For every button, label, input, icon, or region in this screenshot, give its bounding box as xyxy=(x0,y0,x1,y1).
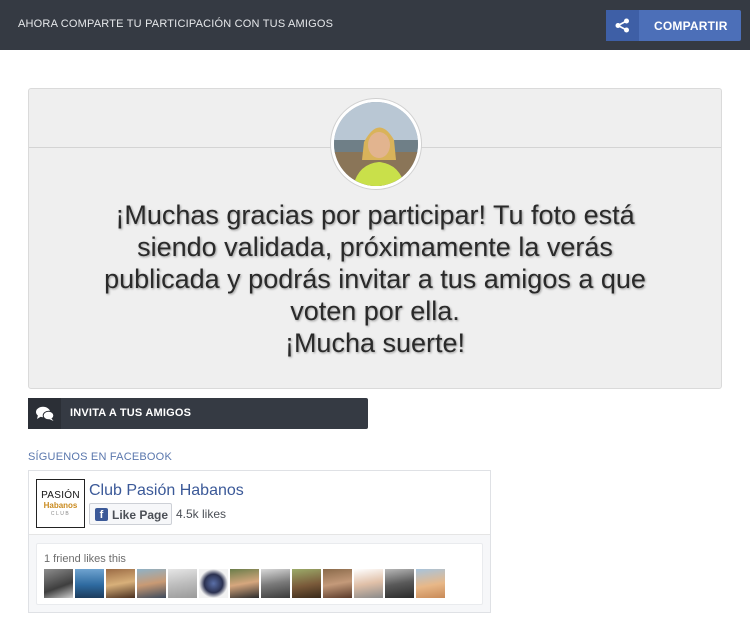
friend-avatar[interactable] xyxy=(292,569,321,598)
friend-avatar[interactable] xyxy=(75,569,104,598)
friend-avatar[interactable] xyxy=(44,569,73,598)
message-line: publicada y podrás invitar a tus amigos … xyxy=(104,264,646,294)
friend-avatar[interactable] xyxy=(106,569,135,598)
friend-avatar[interactable] xyxy=(168,569,197,598)
topbar-title: AHORA COMPARTE TU PARTICIPACIÓN CON TUS … xyxy=(18,18,334,30)
logo-line: PASIÓN xyxy=(41,490,80,501)
facebook-f-icon: f xyxy=(95,508,108,521)
thank-you-message: ¡Muchas gracias por participar! Tu foto … xyxy=(49,199,701,359)
message-line: ¡Mucha suerte! xyxy=(284,328,466,358)
share-icon xyxy=(606,10,639,41)
logo-line: Habanos xyxy=(43,501,78,510)
friend-avatar[interactable] xyxy=(199,569,228,598)
facebook-page-name-link[interactable]: Club Pasión Habanos xyxy=(89,482,244,500)
club-logo[interactable]: PASIÓN Habanos CLUB xyxy=(36,479,85,528)
like-page-button[interactable]: f Like Page xyxy=(89,503,172,525)
friends-likes-panel: 1 friend likes this xyxy=(36,543,483,605)
like-page-label: Like Page xyxy=(112,508,169,522)
facebook-page-widget: PASIÓN Habanos CLUB Club Pasión Habanos … xyxy=(28,470,491,613)
message-line: ¡Muchas gracias por participar! Tu foto … xyxy=(115,200,635,230)
friend-avatar[interactable] xyxy=(323,569,352,598)
chat-bubbles-icon xyxy=(28,398,61,429)
friend-avatar[interactable] xyxy=(385,569,414,598)
facebook-page-header: PASIÓN Habanos CLUB Club Pasión Habanos … xyxy=(29,471,490,535)
message-line: voten por ella. xyxy=(290,296,460,326)
avatar xyxy=(331,99,421,189)
friend-avatar[interactable] xyxy=(230,569,259,598)
share-button-label: COMPARTIR xyxy=(654,19,728,33)
message-line: siendo validada, próximamente la verás xyxy=(137,232,613,262)
friend-avatar[interactable] xyxy=(354,569,383,598)
top-bar: AHORA COMPARTE TU PARTICIPACIÓN CON TUS … xyxy=(0,0,750,50)
friend-avatar[interactable] xyxy=(261,569,290,598)
friends-like-text: 1 friend likes this xyxy=(44,553,126,565)
thank-you-card: ¡Muchas gracias por participar! Tu foto … xyxy=(28,88,722,389)
logo-line: CLUB xyxy=(50,511,71,517)
follow-facebook-heading: SÍGUENOS EN FACEBOOK xyxy=(28,451,172,463)
share-button[interactable]: COMPARTIR xyxy=(606,10,741,41)
likes-count: 4.5k likes xyxy=(176,507,227,521)
friend-avatar[interactable] xyxy=(416,569,445,598)
invite-friends-button[interactable]: INVITA A TUS AMIGOS xyxy=(28,398,368,429)
invite-button-label: INVITA A TUS AMIGOS xyxy=(70,407,192,419)
friend-avatar[interactable] xyxy=(137,569,166,598)
